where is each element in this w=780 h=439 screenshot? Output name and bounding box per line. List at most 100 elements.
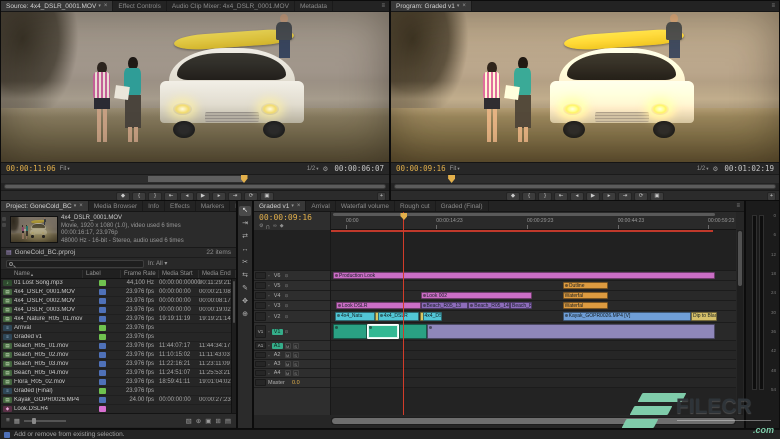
snap-icon[interactable]: U (266, 223, 270, 229)
close-icon[interactable]: × (462, 3, 466, 9)
project-row[interactable]: ▤Flora_R05_02.mov23.976 fps18:59:41:1119… (1, 378, 236, 387)
track-lane-v2[interactable]: 4x4_Natu4x4_DSLR4x4_DSKayak_GOPR0026.MP4… (331, 311, 736, 323)
track-header-a3[interactable]: ▫A3MS (254, 360, 330, 369)
project-row[interactable]: ♪01 Lost Song.mp344,100 Hz00:00:00:00000… (1, 279, 236, 288)
track-header-v5[interactable]: ▫V5⊙ (254, 281, 330, 291)
track-header-master[interactable]: Master0.0 (254, 378, 330, 388)
settings-gear-icon[interactable]: ⚙ (323, 165, 329, 173)
source-patch-v5[interactable] (255, 282, 266, 289)
track-name-a3[interactable]: A3 (272, 361, 283, 367)
clip-4x4-natu[interactable]: 4x4_Natu (335, 312, 375, 321)
track-name-v1[interactable]: V1 (272, 329, 283, 335)
toggle-track-output-eye-icon[interactable]: ⊙ (285, 314, 289, 320)
mute-button[interactable]: M (285, 343, 291, 349)
hand-tool[interactable]: ✥ (239, 297, 251, 307)
list-view-icon[interactable]: ≡ (6, 417, 10, 425)
solo-button[interactable]: S (293, 370, 299, 376)
selection-tool[interactable]: ↖ (239, 206, 251, 216)
label-color-swatch[interactable] (99, 406, 106, 412)
track-header-a4[interactable]: ▫A4MS (254, 369, 330, 378)
column-header-label[interactable]: Label (83, 270, 121, 278)
label-color-swatch[interactable] (99, 397, 106, 403)
track-lane-v1[interactable] (331, 323, 736, 341)
preview-toggle-strip[interactable] (1, 212, 7, 247)
panel-menu-icon[interactable]: ≡ (377, 1, 389, 11)
project-row[interactable]: ▤4x4_DSLR_0001.MOV23.976 fps00:00:00:000… (1, 288, 236, 297)
mute-button[interactable]: M (285, 361, 291, 367)
column-header-frame-rate[interactable]: Frame Rate (121, 270, 159, 278)
source-zoom-scrollbar[interactable] (1, 183, 389, 190)
timeline-settings-icon[interactable]: ⚙ (259, 223, 263, 229)
track-name-v4[interactable]: V4 (272, 293, 283, 299)
program-zoom-scrollbar[interactable] (391, 183, 779, 190)
track-lane-a1[interactable] (331, 341, 736, 351)
project-row[interactable]: ▤4x4_DSLR_0002.MOV23.976 fps00:00:00:000… (1, 297, 236, 306)
timeline-horizontal-scrollbar[interactable] (331, 417, 736, 425)
label-color-swatch[interactable] (99, 307, 106, 313)
source-patch-a1[interactable]: A1 (255, 342, 266, 349)
label-color-swatch[interactable] (99, 325, 106, 331)
project-tab-0[interactable]: Project: GoneCold_BC▾× (1, 201, 89, 211)
project-vertical-scrollbar[interactable] (231, 279, 236, 413)
linked-selection-icon[interactable]: ∞ (273, 223, 277, 229)
source-patch-v2[interactable] (255, 312, 266, 321)
lock-icon[interactable]: ▫ (268, 273, 270, 278)
track-lane-a4[interactable] (331, 369, 736, 378)
chevron-down-icon[interactable]: ▾ (291, 203, 294, 209)
clip-dip-to-black[interactable]: Dip to Black (691, 312, 717, 321)
source-scrub-bar[interactable] (1, 174, 389, 183)
label-color-swatch[interactable] (99, 361, 106, 367)
track-select-tool[interactable]: ⇥ (239, 219, 251, 229)
mute-button[interactable]: M (285, 370, 291, 376)
source-tab-1[interactable]: Effect Controls (113, 1, 167, 11)
source-patch-v3[interactable] (255, 302, 266, 309)
program-playback-resolution-dropdown[interactable]: 1/2▾ (697, 166, 709, 172)
track-header-a1[interactable]: A1▫A1MS (254, 341, 330, 351)
track-header-v1[interactable]: V1▫V1⊙ (254, 323, 330, 341)
clip-look-dslr[interactable]: Look DSLR (336, 302, 421, 309)
source-playback-resolution-dropdown[interactable]: 1/2▾ (307, 166, 319, 172)
toggle-track-output-eye-icon[interactable]: ⊙ (285, 303, 289, 309)
clip-beach-r[interactable]: Beach_R (510, 302, 532, 309)
project-row[interactable]: ▤Beach_R05_02.mov23.976 fps11:10:15:0211… (1, 351, 236, 360)
lock-icon[interactable]: ▫ (268, 362, 270, 367)
label-color-swatch[interactable] (99, 289, 106, 295)
zoom-tool[interactable]: ⊕ (239, 310, 251, 320)
project-row[interactable]: ▤Beach_R05_03.mov23.976 fps11:22:16:2111… (1, 360, 236, 369)
project-tab-4[interactable]: Markers (196, 201, 230, 211)
track-name-a4[interactable]: A4 (272, 370, 283, 376)
track-header-v4[interactable]: ▫V4⊙ (254, 291, 330, 301)
project-row[interactable]: ▤4x4_DSLR_0003.MOV23.976 fps00:00:00:000… (1, 306, 236, 315)
lock-icon[interactable]: ▫ (268, 283, 270, 288)
track-header-v2[interactable]: ▫V2⊙ (254, 311, 330, 323)
razor-tool[interactable]: ✂ (239, 258, 251, 268)
icon-view-icon[interactable]: ▦ (14, 417, 20, 425)
search-filter-dropdown[interactable]: In: All ▾ (148, 260, 167, 267)
track-header-v6[interactable]: ▫V6⊙ (254, 271, 330, 281)
slip-tool[interactable]: ⇆ (239, 271, 251, 281)
pen-tool[interactable]: ✎ (239, 284, 251, 294)
chevron-down-icon[interactable]: ▾ (74, 203, 77, 209)
find-icon[interactable]: ⊕ (196, 417, 201, 425)
track-header-v3[interactable]: ▫V3⊙ (254, 301, 330, 311)
source-tab-2[interactable]: Audio Clip Mixer: 4x4_DSLR_0001.MOV (167, 1, 295, 11)
column-header-media-start[interactable]: Media Start (159, 270, 199, 278)
project-row[interactable]: ▤Beach_R05_04.mov23.976 fps11:24:51:0711… (1, 369, 236, 378)
project-tab-1[interactable]: Media Browser (89, 201, 143, 211)
clip-untitled[interactable] (367, 324, 399, 339)
clip-waterfal[interactable]: Waterfal (563, 302, 608, 309)
search-box[interactable] (6, 260, 144, 268)
track-name-v2[interactable]: V2 (272, 314, 283, 320)
source-patch-v1[interactable]: V1 (255, 325, 266, 339)
timeline-ruler[interactable]: 00:0000:00:14:2300:00:29:2300:00:44:2300… (331, 212, 736, 230)
project-row[interactable]: ▤Beach_R05_01.mov23.976 fps11:44:07:1711… (1, 342, 236, 351)
project-bin-row[interactable]: ▤ GoneCold_BC.prproj 22 items (1, 248, 236, 258)
lock-icon[interactable]: ▫ (268, 293, 270, 298)
clip-kayak-gopr0026-mp4-v-[interactable]: Kayak_GOPR0026.MP4 [V] (563, 312, 691, 321)
lock-icon[interactable]: ▫ (268, 371, 270, 376)
source-tab-3[interactable]: Metadata (295, 1, 333, 11)
program-scrub-bar[interactable] (391, 174, 779, 183)
source-zoom-level-dropdown[interactable]: Fit▾ (60, 166, 70, 172)
clip-4x4-ds[interactable]: 4x4_DS (423, 312, 442, 321)
track-lane-v6[interactable]: Production Look (331, 271, 736, 281)
